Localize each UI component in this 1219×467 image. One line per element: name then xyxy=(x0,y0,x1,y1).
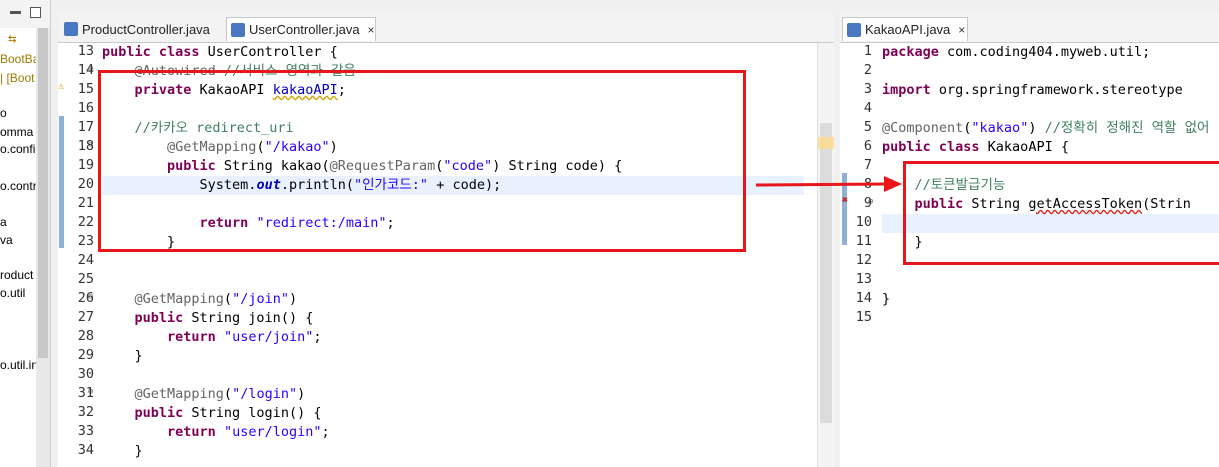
explorer-titlebar xyxy=(0,0,50,28)
line-number: 26 xyxy=(77,290,94,306)
close-icon[interactable]: × xyxy=(958,23,965,37)
line-number: 1 xyxy=(863,43,872,59)
line-number: 32 xyxy=(77,404,94,420)
close-icon[interactable]: × xyxy=(368,23,375,37)
line-number: 6 xyxy=(863,138,872,154)
editor-tab-bar: ProductController.java UserController.ja… xyxy=(58,12,834,43)
line-number: 18 xyxy=(77,138,94,154)
code-line-32: public String login() { xyxy=(102,405,322,421)
tree-item[interactable]: omma xyxy=(0,125,33,139)
line-number: 10 xyxy=(855,214,872,230)
annotation-box-kakao-method xyxy=(98,70,746,252)
line-number: 14 xyxy=(855,290,872,306)
tree-item[interactable]: o.contr xyxy=(0,179,37,193)
tree-item[interactable]: o.util xyxy=(0,286,25,300)
line-number: 17 xyxy=(77,119,94,135)
line-number: 19 xyxy=(77,157,94,173)
line-number: 13 xyxy=(855,271,872,287)
line-number: 27 xyxy=(77,309,94,325)
code-line-34: } xyxy=(102,443,143,459)
line-number: 20 xyxy=(77,176,94,192)
tree-item[interactable]: | [Boot xyxy=(0,71,34,85)
line-number: 33 xyxy=(77,423,94,439)
line-number: 11 xyxy=(855,233,872,249)
line-number: 29 xyxy=(77,347,94,363)
line-number: 13 xyxy=(77,43,94,59)
maximize-icon[interactable] xyxy=(30,7,41,18)
warning-icon[interactable]: ⚠ xyxy=(58,81,64,92)
arrow-shaft xyxy=(755,182,887,187)
tab-kakao-api[interactable]: KakaoAPI.java × xyxy=(842,17,968,41)
line-number: 22 xyxy=(77,214,94,230)
editor-scrollbar[interactable] xyxy=(817,43,834,467)
line-number: 15 xyxy=(855,309,872,325)
line-number: 24 xyxy=(77,252,94,268)
tab-label: KakaoAPI.java xyxy=(865,22,951,37)
line-number: 14 xyxy=(77,62,94,78)
line-number: 3 xyxy=(863,81,872,97)
line-number: 21 xyxy=(77,195,94,211)
code-line-29: } xyxy=(102,348,143,364)
package-explorer: ⇆ ⋮ BootBa | [Boot o omma o.confi o.cont… xyxy=(0,0,51,467)
code-line-6: public class KakaoAPI { xyxy=(882,139,1069,155)
explorer-scrollbar[interactable] xyxy=(36,28,50,467)
annotation-arrow xyxy=(755,176,902,192)
line-number: 4 xyxy=(863,100,872,116)
code-line-31: @GetMapping("/login") xyxy=(102,386,306,402)
tab-user-controller[interactable]: UserController.java × xyxy=(226,17,376,41)
tree-item[interactable]: va xyxy=(0,233,13,247)
minimize-icon[interactable] xyxy=(10,11,21,14)
java-file-icon xyxy=(231,22,245,37)
line-number: 30 xyxy=(77,366,94,382)
tree-item[interactable]: a xyxy=(0,215,7,229)
code-line-14: } xyxy=(882,291,891,307)
tab-label: ProductController.java xyxy=(82,21,210,37)
code-line-33: return "user/login"; xyxy=(102,424,330,440)
tab-product-controller[interactable]: ProductController.java xyxy=(60,17,226,41)
java-file-icon xyxy=(847,22,861,37)
line-number: 16 xyxy=(77,100,94,116)
java-file-icon xyxy=(64,22,78,36)
editor-tab-bar: KakaoAPI.java × xyxy=(840,12,1219,43)
line-number: 25 xyxy=(77,271,94,287)
annotation-box-access-token xyxy=(903,161,1219,265)
code-line-26: @GetMapping("/join") xyxy=(102,291,298,307)
code-line-28: return "user/join"; xyxy=(102,329,322,345)
line-number: 23 xyxy=(77,233,94,249)
line-number: 34 xyxy=(77,442,94,458)
tree-item[interactable]: roduct xyxy=(0,268,33,282)
explorer-scrollbar-thumb[interactable] xyxy=(38,28,48,358)
line-number: 5 xyxy=(863,119,872,135)
code-line-27: public String join() { xyxy=(102,310,314,326)
tree-item[interactable]: BootBa xyxy=(0,52,39,66)
overview-warning-marker[interactable] xyxy=(818,137,834,149)
code-line-5: @Component("kakao") //정확히 정해진 역할 없어 xyxy=(882,120,1210,136)
tree-item[interactable]: o.util.in xyxy=(0,358,38,372)
line-number: 12 xyxy=(855,252,872,268)
line-number: 28 xyxy=(77,328,94,344)
line-number: 31 xyxy=(77,385,94,401)
tree-item[interactable]: o.confi xyxy=(0,142,35,156)
tree-item[interactable]: o xyxy=(0,106,7,120)
tab-label: UserController.java xyxy=(249,22,360,37)
link-editor-icon[interactable]: ⇆ xyxy=(8,31,16,47)
line-number: 2 xyxy=(863,62,872,78)
code-line-3: import org.springframework.stereotype xyxy=(882,82,1183,98)
line-number: 15 xyxy=(77,81,94,97)
arrow-head xyxy=(884,176,902,192)
change-marker xyxy=(59,116,64,248)
code-line-1: package com.coding404.myweb.util; xyxy=(882,44,1151,60)
code-line-13: public class UserController { xyxy=(102,44,338,60)
